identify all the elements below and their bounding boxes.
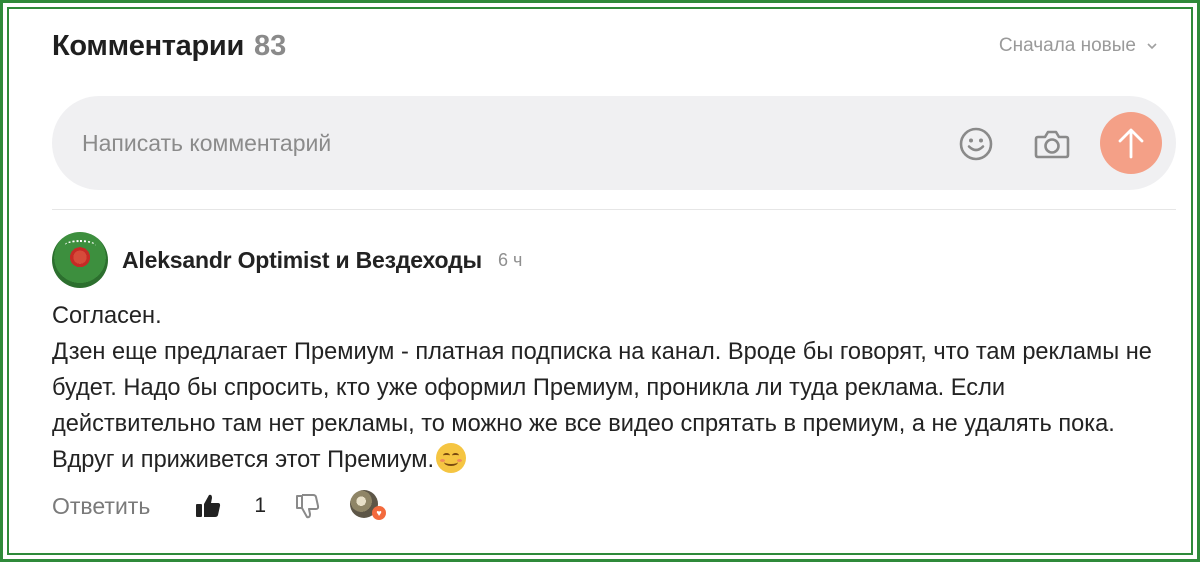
photo-button[interactable] [1032, 124, 1072, 164]
smiling-face-icon [436, 443, 467, 473]
dislike-button[interactable] [294, 491, 324, 521]
comments-header: Комментарии 83 Сначала новые [52, 26, 1158, 66]
comment-body: Согласен. Дзен еще предлагает Премиум - … [52, 298, 1172, 478]
arrow-up-icon [1118, 128, 1144, 159]
like-count: 1 [254, 494, 266, 517]
reaction-avatar[interactable]: ♥ [350, 490, 386, 522]
comments-title-group: Комментарии 83 [52, 30, 286, 63]
reply-button[interactable]: Ответить [52, 493, 150, 520]
heart-icon: ♥ [372, 506, 386, 520]
emoji-button[interactable] [956, 124, 996, 164]
thumbs-down-icon [296, 494, 320, 519]
comments-count: 83 [253, 29, 287, 62]
comment-input[interactable] [80, 118, 924, 168]
comment-line: Согласен. [52, 303, 162, 329]
avatar[interactable] [52, 232, 108, 288]
comment-item: Aleksandr Optimist и Вездеходы 6 ч Согла… [52, 232, 1176, 478]
send-button[interactable] [1100, 112, 1162, 174]
comment-line-text: Дзен еще предлагает Премиум - платная по… [52, 339, 1152, 473]
sort-label: Сначала новые [998, 35, 1136, 56]
like-button[interactable] [194, 491, 224, 521]
comment-header: Aleksandr Optimist и Вездеходы 6 ч [52, 232, 1176, 288]
chevron-down-icon [1147, 43, 1157, 50]
smile-icon [959, 127, 993, 161]
camera-icon [1034, 130, 1070, 159]
comments-title: Комментарии [52, 29, 244, 62]
comment-time: 6 ч [497, 249, 523, 270]
composer-divider [52, 209, 1176, 210]
comment-line: Дзен еще предлагает Премиум - платная по… [52, 334, 1172, 478]
comment-actions: Ответить 1 ♥ [52, 486, 386, 526]
comment-composer [52, 96, 1176, 190]
sort-dropdown[interactable]: Сначала новые [999, 35, 1158, 57]
comment-author[interactable]: Aleksandr Optimist и Вездеходы [122, 247, 482, 274]
thumbs-up-icon [196, 494, 221, 517]
